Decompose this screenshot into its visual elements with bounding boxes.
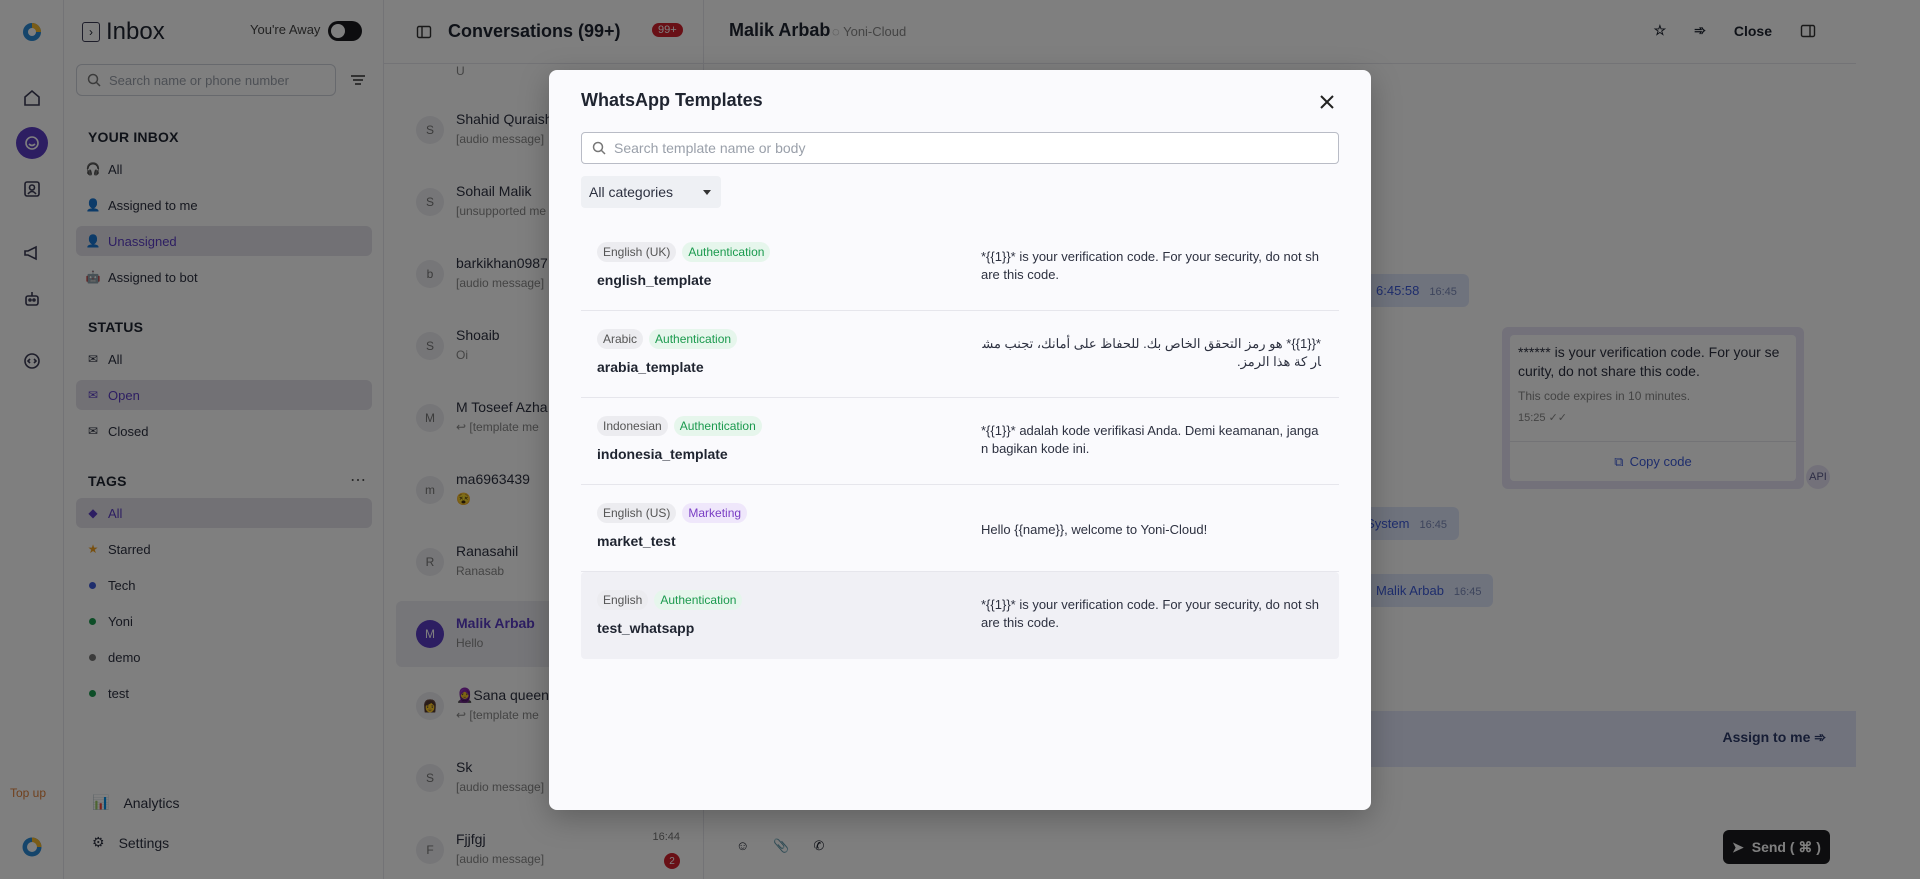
template-body: Hello {{name}}, welcome to Yoni-Cloud! [981, 522, 1208, 537]
template-row[interactable]: Arabic Authentication arabia_template *{{… [581, 311, 1339, 398]
template-body: *{{1}}* is your verification code. For y… [981, 249, 1319, 282]
template-body: *{{1}}* adalah kode verifikasi Anda. Dem… [981, 423, 1319, 456]
language-tag: Indonesian [597, 416, 668, 436]
template-body: *{{1}}* is your verification code. For y… [981, 597, 1319, 630]
language-tag: Arabic [597, 329, 644, 349]
category-tag: Authentication [654, 590, 743, 610]
category-tag: Authentication [682, 242, 771, 262]
template-body: *{{1}}* هو رمز التحقق الخاص بك. للحفاظ ع… [982, 336, 1321, 369]
template-name: market_test [597, 533, 676, 549]
category-select[interactable]: All categories [581, 176, 721, 208]
template-search-input[interactable] [614, 140, 1314, 156]
category-tag: Marketing [682, 503, 748, 523]
template-name: arabia_template [597, 359, 704, 375]
template-name: english_template [597, 272, 712, 288]
template-row[interactable]: English Authentication test_whatsapp *{{1… [581, 572, 1339, 659]
template-row[interactable]: Indonesian Authentication indonesia_templ… [581, 398, 1339, 485]
template-row[interactable]: English (US) Marketing market_test Hello … [581, 485, 1339, 572]
close-icon[interactable] [1315, 90, 1339, 114]
template-name: test_whatsapp [597, 620, 695, 636]
template-search[interactable] [581, 132, 1339, 164]
template-list: English (UK) Authentication english_templ… [581, 224, 1339, 659]
modal-title: WhatsApp Templates [581, 90, 763, 110]
language-tag: English (US) [597, 503, 677, 523]
search-icon [592, 141, 606, 155]
language-tag: English [597, 590, 649, 610]
template-row[interactable]: English (UK) Authentication english_templ… [581, 224, 1339, 311]
category-tag: Authentication [649, 329, 738, 349]
category-tag: Authentication [673, 416, 762, 436]
chevron-down-icon [703, 190, 711, 195]
language-tag: English (UK) [597, 242, 677, 262]
template-name: indonesia_template [597, 446, 728, 462]
whatsapp-templates-modal: WhatsApp Templates All categories Englis… [549, 70, 1371, 810]
category-value: All categories [589, 184, 674, 200]
